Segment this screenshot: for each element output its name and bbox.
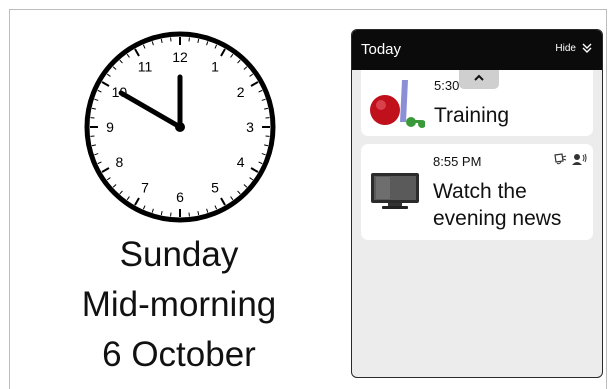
clock-number: 2 xyxy=(237,84,245,100)
clock-number: 1 xyxy=(211,58,219,74)
clock-number: 8 xyxy=(115,154,123,170)
hide-button[interactable]: Hide xyxy=(555,42,593,54)
dumbbells-ball-icon xyxy=(367,76,425,130)
tv-icon xyxy=(370,172,420,210)
activity-status-icons xyxy=(551,152,587,166)
clock-number: 12 xyxy=(172,49,188,65)
collapse-button[interactable] xyxy=(459,70,499,89)
day-period-text: Mid-morning xyxy=(0,285,358,325)
person-speaking-icon xyxy=(571,152,587,166)
today-title: Today xyxy=(361,41,401,58)
alarm-icon xyxy=(551,152,567,166)
double-chevron-down-icon xyxy=(581,42,593,54)
today-panel: Today Hide 5:30 Training xyxy=(351,29,603,378)
activity-card-news[interactable]: 8:55 PM Watch the evening news xyxy=(361,144,593,240)
clock-number: 4 xyxy=(237,154,245,170)
clock-number: 7 xyxy=(141,180,149,196)
clock-number: 3 xyxy=(246,119,254,135)
analog-clock: 121234567891011 xyxy=(84,31,276,223)
hide-label: Hide xyxy=(555,43,576,54)
today-header: Today Hide xyxy=(352,30,602,70)
clock-number: 11 xyxy=(138,58,153,74)
chevron-up-icon xyxy=(459,70,499,89)
activity-time: 8:55 PM xyxy=(433,154,481,169)
activity-time: 5:30 xyxy=(434,78,459,93)
clock-center xyxy=(175,122,185,132)
clock-number: 6 xyxy=(176,189,184,205)
clock-number: 5 xyxy=(211,180,219,196)
activity-title: Watch the evening news xyxy=(433,178,583,232)
clock-number: 9 xyxy=(106,119,114,135)
weekday-text: Sunday xyxy=(0,235,358,275)
activity-title: Training xyxy=(434,102,509,129)
date-text: 6 October xyxy=(0,335,358,375)
